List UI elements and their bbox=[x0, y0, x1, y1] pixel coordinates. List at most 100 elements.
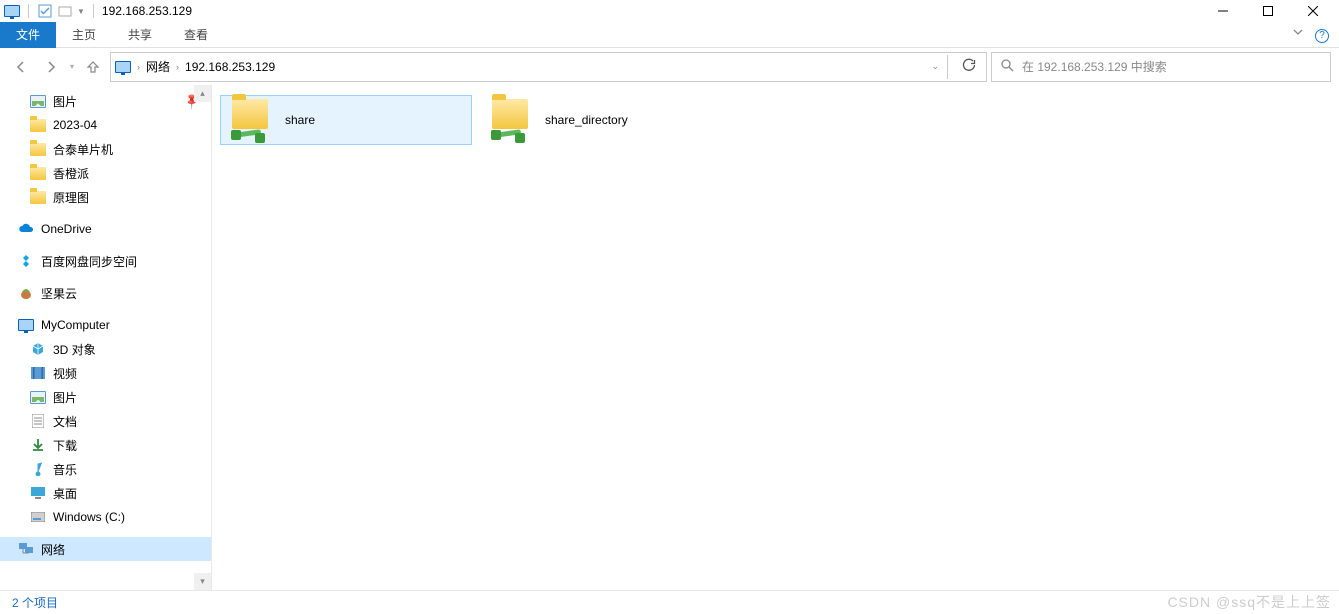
sidebar-item-label: 网络 bbox=[41, 541, 65, 558]
shared-folder-icon bbox=[229, 99, 271, 141]
watermark: CSDN @ssq不是上上签 bbox=[1167, 592, 1331, 612]
sidebar-item-label: OneDrive bbox=[41, 222, 92, 236]
sidebar-item-label: 香橙派 bbox=[53, 165, 89, 182]
search-placeholder: 在 192.168.253.129 中搜索 bbox=[1022, 58, 1167, 75]
tab-share[interactable]: 共享 bbox=[112, 22, 168, 48]
sidebar-item-label: 图片 bbox=[53, 389, 77, 406]
sidebar-item-onedrive[interactable]: OneDrive bbox=[0, 217, 211, 241]
sidebar-item-videos[interactable]: 视频 bbox=[0, 361, 211, 385]
sidebar-item-label: 文档 bbox=[53, 413, 77, 430]
pictures-icon bbox=[30, 93, 46, 109]
status-bar: 2 个项目 bbox=[0, 590, 1339, 614]
search-icon bbox=[1000, 58, 1014, 75]
sidebar-item-label: 下载 bbox=[53, 437, 77, 454]
qat-separator bbox=[93, 4, 94, 18]
sidebar-item-label: 2023-04 bbox=[53, 118, 97, 132]
network-icon bbox=[18, 541, 34, 557]
scroll-down-button[interactable]: ▾ bbox=[194, 573, 211, 590]
sidebar-item-folder[interactable]: 合泰单片机 bbox=[0, 137, 211, 161]
quick-access-toolbar: ▼ bbox=[4, 3, 98, 19]
sidebar-item-label: 3D 对象 bbox=[53, 341, 96, 358]
file-list[interactable]: share share_directory bbox=[212, 85, 1339, 590]
desktop-icon bbox=[30, 485, 46, 501]
back-button[interactable] bbox=[8, 54, 34, 80]
sidebar-item-label: 图片 bbox=[53, 93, 77, 110]
tab-view[interactable]: 查看 bbox=[168, 22, 224, 48]
title-bar: ▼ 192.168.253.129 bbox=[0, 0, 1339, 22]
window-controls bbox=[1200, 0, 1335, 22]
status-text: 2 个项目 bbox=[12, 594, 58, 611]
drive-icon bbox=[30, 509, 46, 525]
location-icon bbox=[115, 59, 131, 75]
sidebar-item-label: 百度网盘同步空间 bbox=[41, 253, 137, 270]
video-icon bbox=[30, 365, 46, 381]
sidebar-item-pictures2[interactable]: 图片 bbox=[0, 385, 211, 409]
jianguo-icon bbox=[18, 285, 34, 301]
file-tab[interactable]: 文件 bbox=[0, 22, 56, 48]
scroll-up-button[interactable]: ▴ bbox=[194, 85, 211, 102]
document-icon bbox=[30, 413, 46, 429]
music-icon bbox=[30, 461, 46, 477]
sidebar-item-folder[interactable]: 香橙派 bbox=[0, 161, 211, 185]
list-item[interactable]: share bbox=[220, 95, 472, 145]
up-button[interactable] bbox=[80, 54, 106, 80]
breadcrumb[interactable]: 192.168.253.129 bbox=[185, 60, 275, 74]
sidebar-item-documents[interactable]: 文档 bbox=[0, 409, 211, 433]
maximize-button[interactable] bbox=[1245, 0, 1290, 22]
sidebar-item-pictures[interactable]: 图片 📌 bbox=[0, 89, 211, 113]
new-folder-icon[interactable] bbox=[57, 3, 73, 19]
folder-icon bbox=[30, 141, 46, 157]
ribbon: 文件 主页 共享 查看 ? bbox=[0, 22, 1339, 48]
sidebar-item-drive-c[interactable]: Windows (C:) bbox=[0, 505, 211, 529]
breadcrumb[interactable]: 网络 bbox=[146, 58, 170, 75]
sidebar-item-3d[interactable]: 3D 对象 bbox=[0, 337, 211, 361]
sidebar-item-music[interactable]: 音乐 bbox=[0, 457, 211, 481]
sidebar-item-label: Windows (C:) bbox=[53, 510, 125, 524]
minimize-button[interactable] bbox=[1200, 0, 1245, 22]
sidebar-item-folder[interactable]: 原理图 bbox=[0, 185, 211, 209]
sidebar-item-label: 合泰单片机 bbox=[53, 141, 113, 158]
baidu-icon bbox=[18, 253, 34, 269]
forward-button[interactable] bbox=[38, 54, 64, 80]
sidebar-item-mycomputer[interactable]: MyComputer bbox=[0, 313, 211, 337]
list-item[interactable]: share_directory bbox=[480, 95, 732, 145]
qat-dropdown-icon[interactable]: ▼ bbox=[77, 7, 85, 16]
chevron-right-icon[interactable]: › bbox=[137, 62, 140, 72]
sidebar-item-folder[interactable]: 2023-04 bbox=[0, 113, 211, 137]
sidebar-item-desktop[interactable]: 桌面 bbox=[0, 481, 211, 505]
separator bbox=[947, 55, 948, 79]
sidebar-item-baidu[interactable]: 百度网盘同步空间 bbox=[0, 249, 211, 273]
sidebar-item-downloads[interactable]: 下载 bbox=[0, 433, 211, 457]
chevron-right-icon[interactable]: › bbox=[176, 62, 179, 72]
refresh-button[interactable] bbox=[956, 58, 982, 75]
item-label: share_directory bbox=[545, 113, 628, 127]
sidebar-item-jianguo[interactable]: 坚果云 bbox=[0, 281, 211, 305]
item-label: share bbox=[285, 113, 315, 127]
history-dropdown-icon[interactable]: ▾ bbox=[70, 62, 74, 71]
window-title: 192.168.253.129 bbox=[102, 4, 192, 18]
address-dropdown-icon[interactable]: ⌄ bbox=[931, 61, 939, 72]
folder-icon bbox=[30, 165, 46, 181]
ribbon-expand-button[interactable]: ? bbox=[1282, 26, 1339, 43]
navigation-pane: 图片 📌 2023-04 合泰单片机 香橙派 原理图 OneDrive 百度网盘… bbox=[0, 85, 212, 590]
folder-icon bbox=[30, 189, 46, 205]
properties-icon[interactable] bbox=[37, 3, 53, 19]
sidebar-item-label: 坚果云 bbox=[41, 285, 77, 302]
sidebar-item-label: MyComputer bbox=[41, 318, 110, 332]
computer-icon bbox=[18, 317, 34, 333]
sidebar-item-label: 原理图 bbox=[53, 189, 89, 206]
search-input[interactable]: 在 192.168.253.129 中搜索 bbox=[991, 52, 1331, 82]
cube-icon bbox=[30, 341, 46, 357]
folder-icon bbox=[30, 117, 46, 133]
sidebar-item-network[interactable]: 网络 bbox=[0, 537, 211, 561]
onedrive-icon bbox=[18, 221, 34, 237]
help-icon[interactable]: ? bbox=[1315, 29, 1329, 43]
sidebar-item-label: 音乐 bbox=[53, 461, 77, 478]
qat-separator bbox=[28, 4, 29, 18]
navigation-bar: ▾ › 网络 › 192.168.253.129 ⌄ 在 192.168.253… bbox=[0, 48, 1339, 85]
shared-folder-icon bbox=[489, 99, 531, 141]
tab-home[interactable]: 主页 bbox=[56, 22, 112, 48]
computer-icon[interactable] bbox=[4, 3, 20, 19]
close-button[interactable] bbox=[1290, 0, 1335, 22]
address-bar[interactable]: › 网络 › 192.168.253.129 ⌄ bbox=[110, 52, 987, 82]
